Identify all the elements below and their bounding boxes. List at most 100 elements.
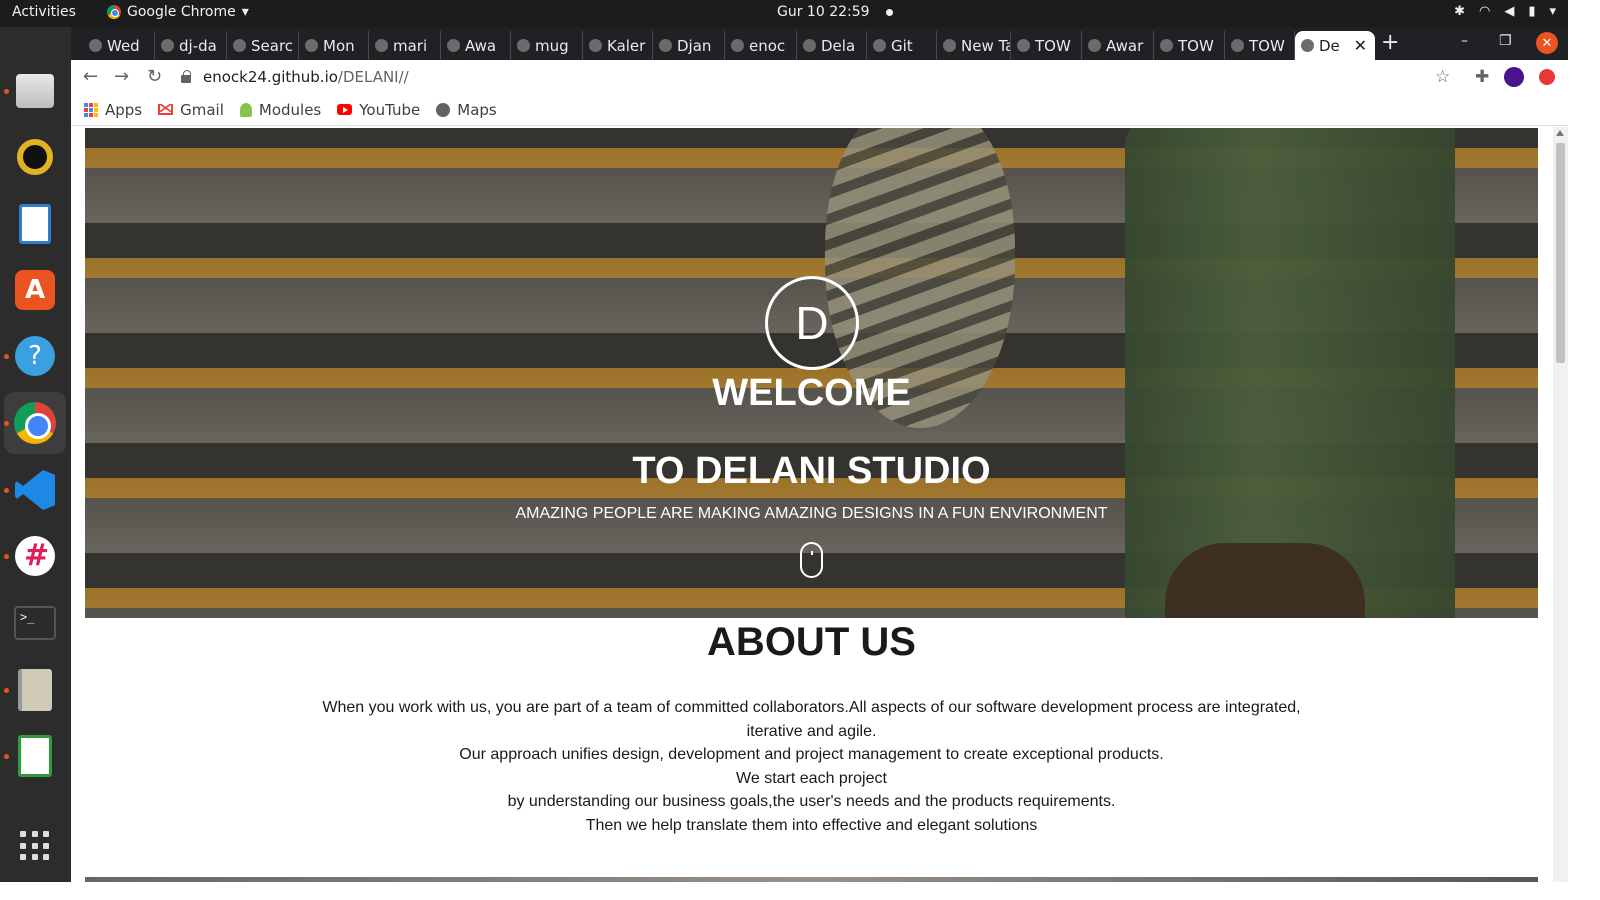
tab[interactable]: Awar <box>1082 31 1154 60</box>
bookmark-label: YouTube <box>359 100 421 119</box>
bookmark-label: Apps <box>105 100 143 119</box>
back-arrow-icon[interactable]: ← <box>83 66 98 87</box>
about-heading: ABOUT US <box>707 620 916 664</box>
tab-favicon-icon <box>731 39 744 52</box>
tab[interactable]: dj-da <box>155 31 227 60</box>
tab[interactable]: TOW <box>1225 31 1295 60</box>
slack-icon <box>15 536 55 576</box>
tab[interactable]: Wed <box>83 31 155 60</box>
tab-label: Mon <box>323 36 355 55</box>
dock-calc[interactable] <box>11 732 59 780</box>
dock-writer[interactable] <box>11 200 59 248</box>
maximize-button[interactable]: ❐ <box>1499 33 1512 49</box>
browser-toolbar: ← → ↻ enock24.github.io/DELANI// ☆ ✚ <box>71 60 1568 94</box>
running-indicator <box>4 754 9 759</box>
bookmark-youtube[interactable]: YouTube <box>337 101 420 119</box>
tab[interactable]: Djan <box>653 31 725 60</box>
address-bar[interactable]: enock24.github.io/DELANI// <box>181 63 1481 91</box>
dock: A ? >_ <box>0 27 71 882</box>
url-path: /DELANI// <box>337 68 409 86</box>
chrome-icon <box>14 402 56 444</box>
forward-arrow-icon[interactable]: → <box>114 66 129 87</box>
bookmark-maps[interactable]: Maps <box>436 101 497 119</box>
tab-label: TOW <box>1035 36 1071 55</box>
tab-label: Awar <box>1106 36 1144 55</box>
running-indicator <box>4 89 9 94</box>
tab-favicon-icon <box>233 39 246 52</box>
next-section-image <box>85 877 1538 882</box>
page-scrollbar[interactable] <box>1553 127 1568 882</box>
scroll-up-arrow-icon[interactable] <box>1556 130 1564 136</box>
tab[interactable]: mug <box>511 31 583 60</box>
about-text: When you work with us, you are part of a… <box>295 696 1328 837</box>
tab-favicon-icon <box>447 39 460 52</box>
tab-label: Wed <box>107 36 140 55</box>
activities-button[interactable]: Activities <box>12 4 76 20</box>
app-menu[interactable]: Google Chrome ▾ <box>107 4 249 20</box>
extension-icon[interactable] <box>1539 69 1555 85</box>
system-tray[interactable]: ✱ ◠ ◀ ▮ ▾ <box>1454 4 1556 19</box>
system-top-bar: Activities Google Chrome ▾ Gur 10 22:59 … <box>0 0 1568 27</box>
tab[interactable]: Awa <box>441 31 511 60</box>
dock-chrome[interactable] <box>4 392 66 454</box>
tab[interactable]: Git <box>867 31 937 60</box>
bookmark-apps[interactable]: Apps <box>84 101 142 119</box>
dock-rhythmbox[interactable] <box>11 133 59 181</box>
bookmark-label: Gmail <box>180 100 224 119</box>
dock-slack[interactable] <box>11 532 59 580</box>
dock-help[interactable]: ? <box>11 332 59 380</box>
reload-icon[interactable]: ↻ <box>147 66 162 87</box>
tab[interactable]: Dela <box>797 31 867 60</box>
tab-close-icon[interactable]: ✕ <box>1354 36 1367 55</box>
tab-favicon-icon <box>943 39 956 52</box>
about-paragraph: Then we help translate them into effecti… <box>585 816 1038 834</box>
tab-favicon-icon <box>589 39 602 52</box>
tab[interactable]: TOW <box>1011 31 1082 60</box>
apps-grid-icon <box>84 102 98 117</box>
tab[interactable]: New Tab <box>937 31 1011 60</box>
window-close-button[interactable]: ✕ <box>1536 32 1558 54</box>
extensions-puzzle-icon[interactable]: ✚ <box>1475 67 1489 87</box>
tab[interactable]: Searc <box>227 31 299 60</box>
clock[interactable]: Gur 10 22:59 <box>777 4 893 20</box>
tab-favicon-icon <box>1088 39 1101 52</box>
dock-terminal[interactable]: >_ <box>11 599 59 647</box>
tab-strip: Wed dj-da Searc Mon mari Awa mug Kaler Djan enoc D… <box>71 27 1568 60</box>
scroll-mouse-icon[interactable] <box>800 542 823 578</box>
hero-studio-heading: TO DELANI STUDIO <box>632 450 991 492</box>
modules-icon <box>239 102 252 117</box>
running-indicator <box>4 488 9 493</box>
scroll-thumb[interactable] <box>1556 143 1565 363</box>
gmail-icon <box>158 104 174 115</box>
bookmark-gmail[interactable]: Gmail <box>158 101 224 119</box>
tab-label: mug <box>535 36 569 55</box>
running-indicator <box>4 354 9 359</box>
new-tab-button[interactable]: + <box>1381 30 1399 55</box>
tab[interactable]: TOW <box>1154 31 1225 60</box>
dock-archive[interactable] <box>11 666 59 714</box>
tab[interactable]: enoc <box>725 31 797 60</box>
running-indicator <box>4 688 9 693</box>
bookmark-modules[interactable]: Modules <box>239 101 321 119</box>
youtube-icon <box>337 104 353 115</box>
show-applications-button[interactable] <box>11 822 59 870</box>
hero-tagline: AMAZING PEOPLE ARE MAKING AMAZING DESIGN… <box>515 505 1108 522</box>
software-center-icon: A <box>15 270 55 310</box>
chevron-down-icon: ▾ <box>1549 4 1556 19</box>
dock-files[interactable] <box>11 67 59 115</box>
tab-label: Git <box>891 36 913 55</box>
profile-avatar[interactable] <box>1504 67 1524 87</box>
tab[interactable]: Mon <box>299 31 369 60</box>
dock-software[interactable]: A <box>11 266 59 314</box>
tab[interactable]: mari <box>369 31 441 60</box>
terminal-icon: >_ <box>14 606 56 640</box>
bookmark-star-icon[interactable]: ☆ <box>1435 67 1450 87</box>
tab-label: Searc <box>251 36 294 55</box>
minimize-button[interactable]: – <box>1461 33 1468 49</box>
wifi-icon: ◠ <box>1478 4 1491 19</box>
tab-active[interactable]: De ✕ <box>1295 31 1375 60</box>
dock-vscode[interactable] <box>11 466 59 514</box>
tab[interactable]: Kaler <box>583 31 653 60</box>
lock-icon[interactable] <box>181 70 191 83</box>
libreoffice-calc-icon <box>18 735 52 777</box>
